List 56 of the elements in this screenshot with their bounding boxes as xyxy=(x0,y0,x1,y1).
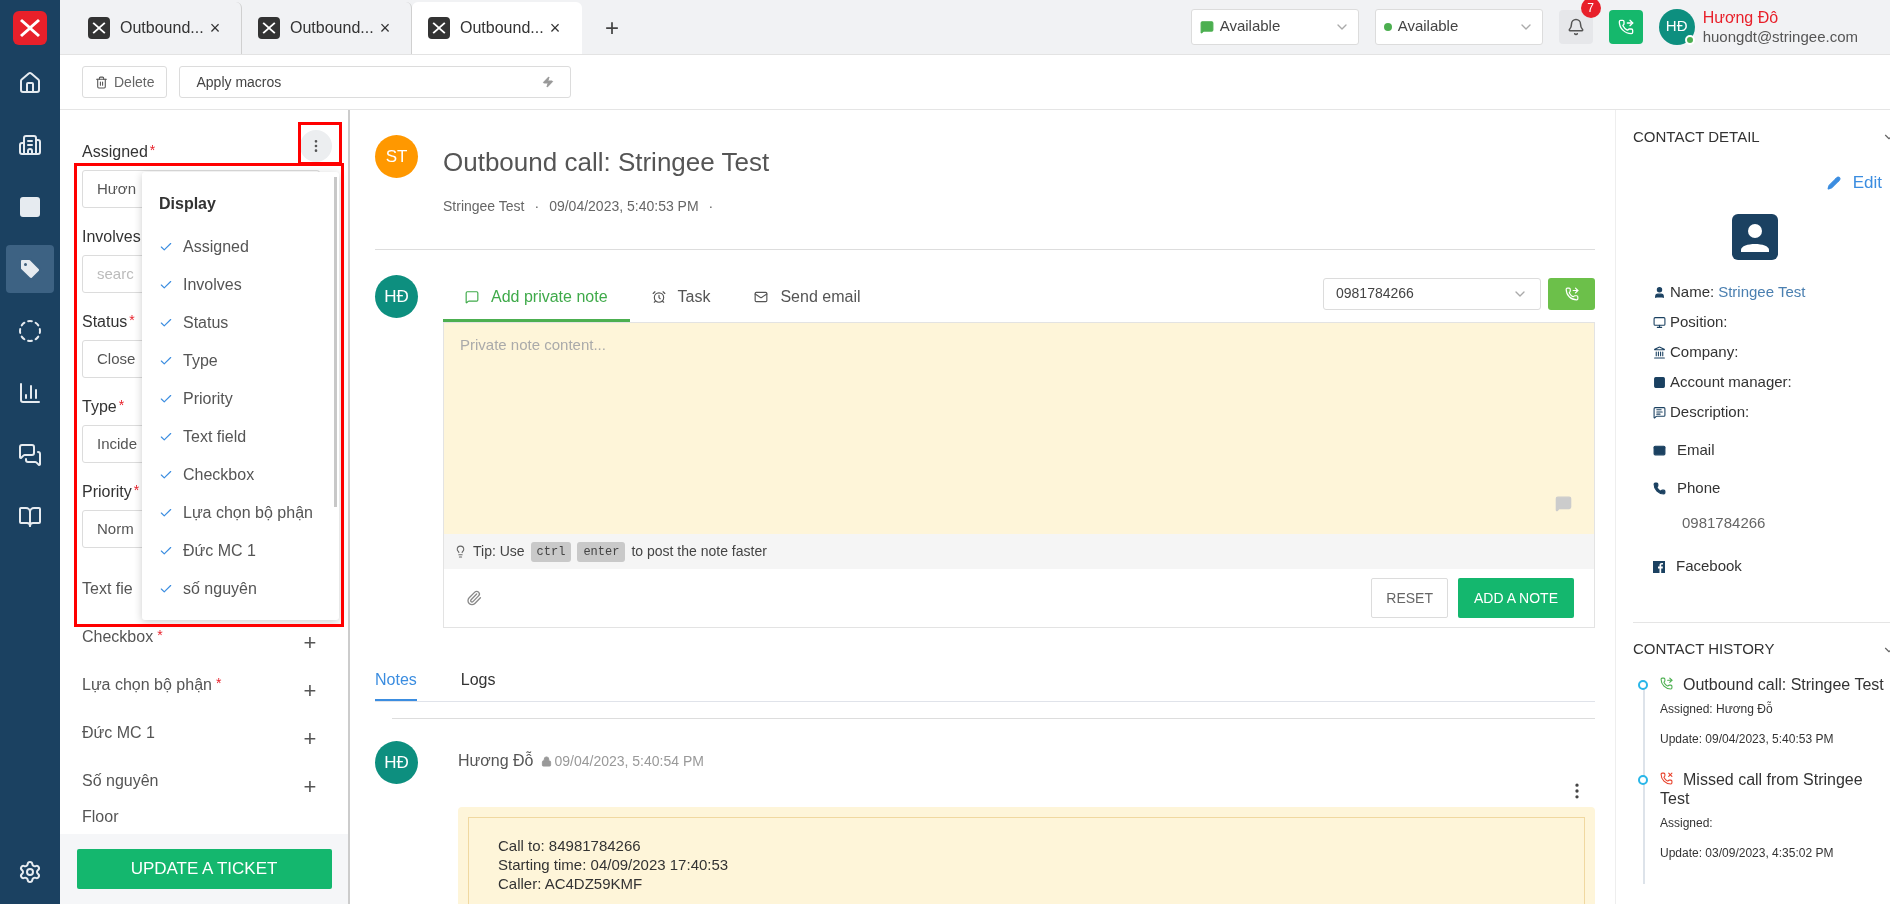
detail-label: Company: xyxy=(1670,342,1739,363)
field-label: Số nguyên xyxy=(82,771,159,791)
ticket-contact: Stringee Test xyxy=(443,197,525,216)
section-title: CONTACT DETAIL xyxy=(1633,126,1761,147)
history-assigned: Assigned: xyxy=(1660,814,1714,832)
detail-label: Name: xyxy=(1670,282,1715,303)
detail-label: Description: xyxy=(1670,402,1750,423)
contact-avatar: ST xyxy=(375,135,418,178)
detail-label: Email xyxy=(1677,440,1715,461)
field-label: Đức MC 1 xyxy=(82,723,155,743)
notification-count: 7 xyxy=(1580,0,1601,18)
history-update: Update: 09/04/2023, 5:40:53 PM xyxy=(1660,730,1835,748)
detail-value: 0981784266 xyxy=(1681,513,1767,534)
tab-title: Outbound... xyxy=(120,18,204,38)
required-mark: * xyxy=(215,674,222,693)
note-time: 09/04/2023, 5:40:54 PM xyxy=(554,751,704,771)
user-avatar: HĐ xyxy=(375,275,418,318)
field-label: Type xyxy=(82,397,117,417)
field-label: Floor xyxy=(82,807,119,827)
required-mark: * xyxy=(118,396,125,415)
history-assigned: Assigned: Hương Đỗ xyxy=(1660,700,1774,718)
separator: · xyxy=(708,197,714,216)
user-email: huongdt@stringee.com xyxy=(1702,26,1858,46)
history-update: Update: 03/09/2023, 4:35:02 PM xyxy=(1660,844,1835,862)
required-mark: * xyxy=(133,481,140,500)
note-line: Caller: AC4DZ59KMF xyxy=(498,874,644,893)
ticket-time: 09/04/2023, 5:40:53 PM xyxy=(549,197,699,216)
field-label: Priority xyxy=(82,482,132,502)
detail-label: Position: xyxy=(1670,312,1728,333)
menu-title: Display xyxy=(159,194,217,214)
field-label: Involves xyxy=(82,227,141,247)
tab-title: Outbound... xyxy=(290,18,374,38)
separator: · xyxy=(534,197,540,216)
required-mark: * xyxy=(129,311,135,330)
detail-label: Account manager: xyxy=(1670,372,1792,393)
field-label: Text fie xyxy=(82,579,133,599)
field-label: Status xyxy=(82,312,128,332)
tab-title: Outbound... xyxy=(460,18,544,38)
note-line: Starting time: 04/09/2023 17:40:53 xyxy=(498,855,730,874)
user-name: Hương Đô xyxy=(1702,7,1780,27)
note-author: Hương Đỗ xyxy=(458,750,534,771)
required-mark: * xyxy=(149,141,156,160)
detail-label: Phone xyxy=(1677,478,1721,499)
field-label: Checkbox xyxy=(82,627,154,647)
keyboard-key: enter xyxy=(577,541,626,562)
ticket-title: Outbound call: Stringee Test xyxy=(443,146,770,179)
field-label: Lựa chọn bộ phận xyxy=(82,675,212,695)
tip-text: Tip: Use xyxy=(473,542,525,561)
keyboard-key: ctrl xyxy=(530,541,572,562)
required-mark: * xyxy=(157,626,163,645)
note-line: Call to: 84981784266 xyxy=(498,836,642,855)
section-title: CONTACT HISTORY xyxy=(1633,639,1776,660)
field-label: Assigned xyxy=(82,142,148,162)
user-avatar: HĐ xyxy=(375,741,418,784)
tip-text: to post the note faster xyxy=(631,542,767,561)
detail-label: Facebook xyxy=(1676,556,1742,577)
